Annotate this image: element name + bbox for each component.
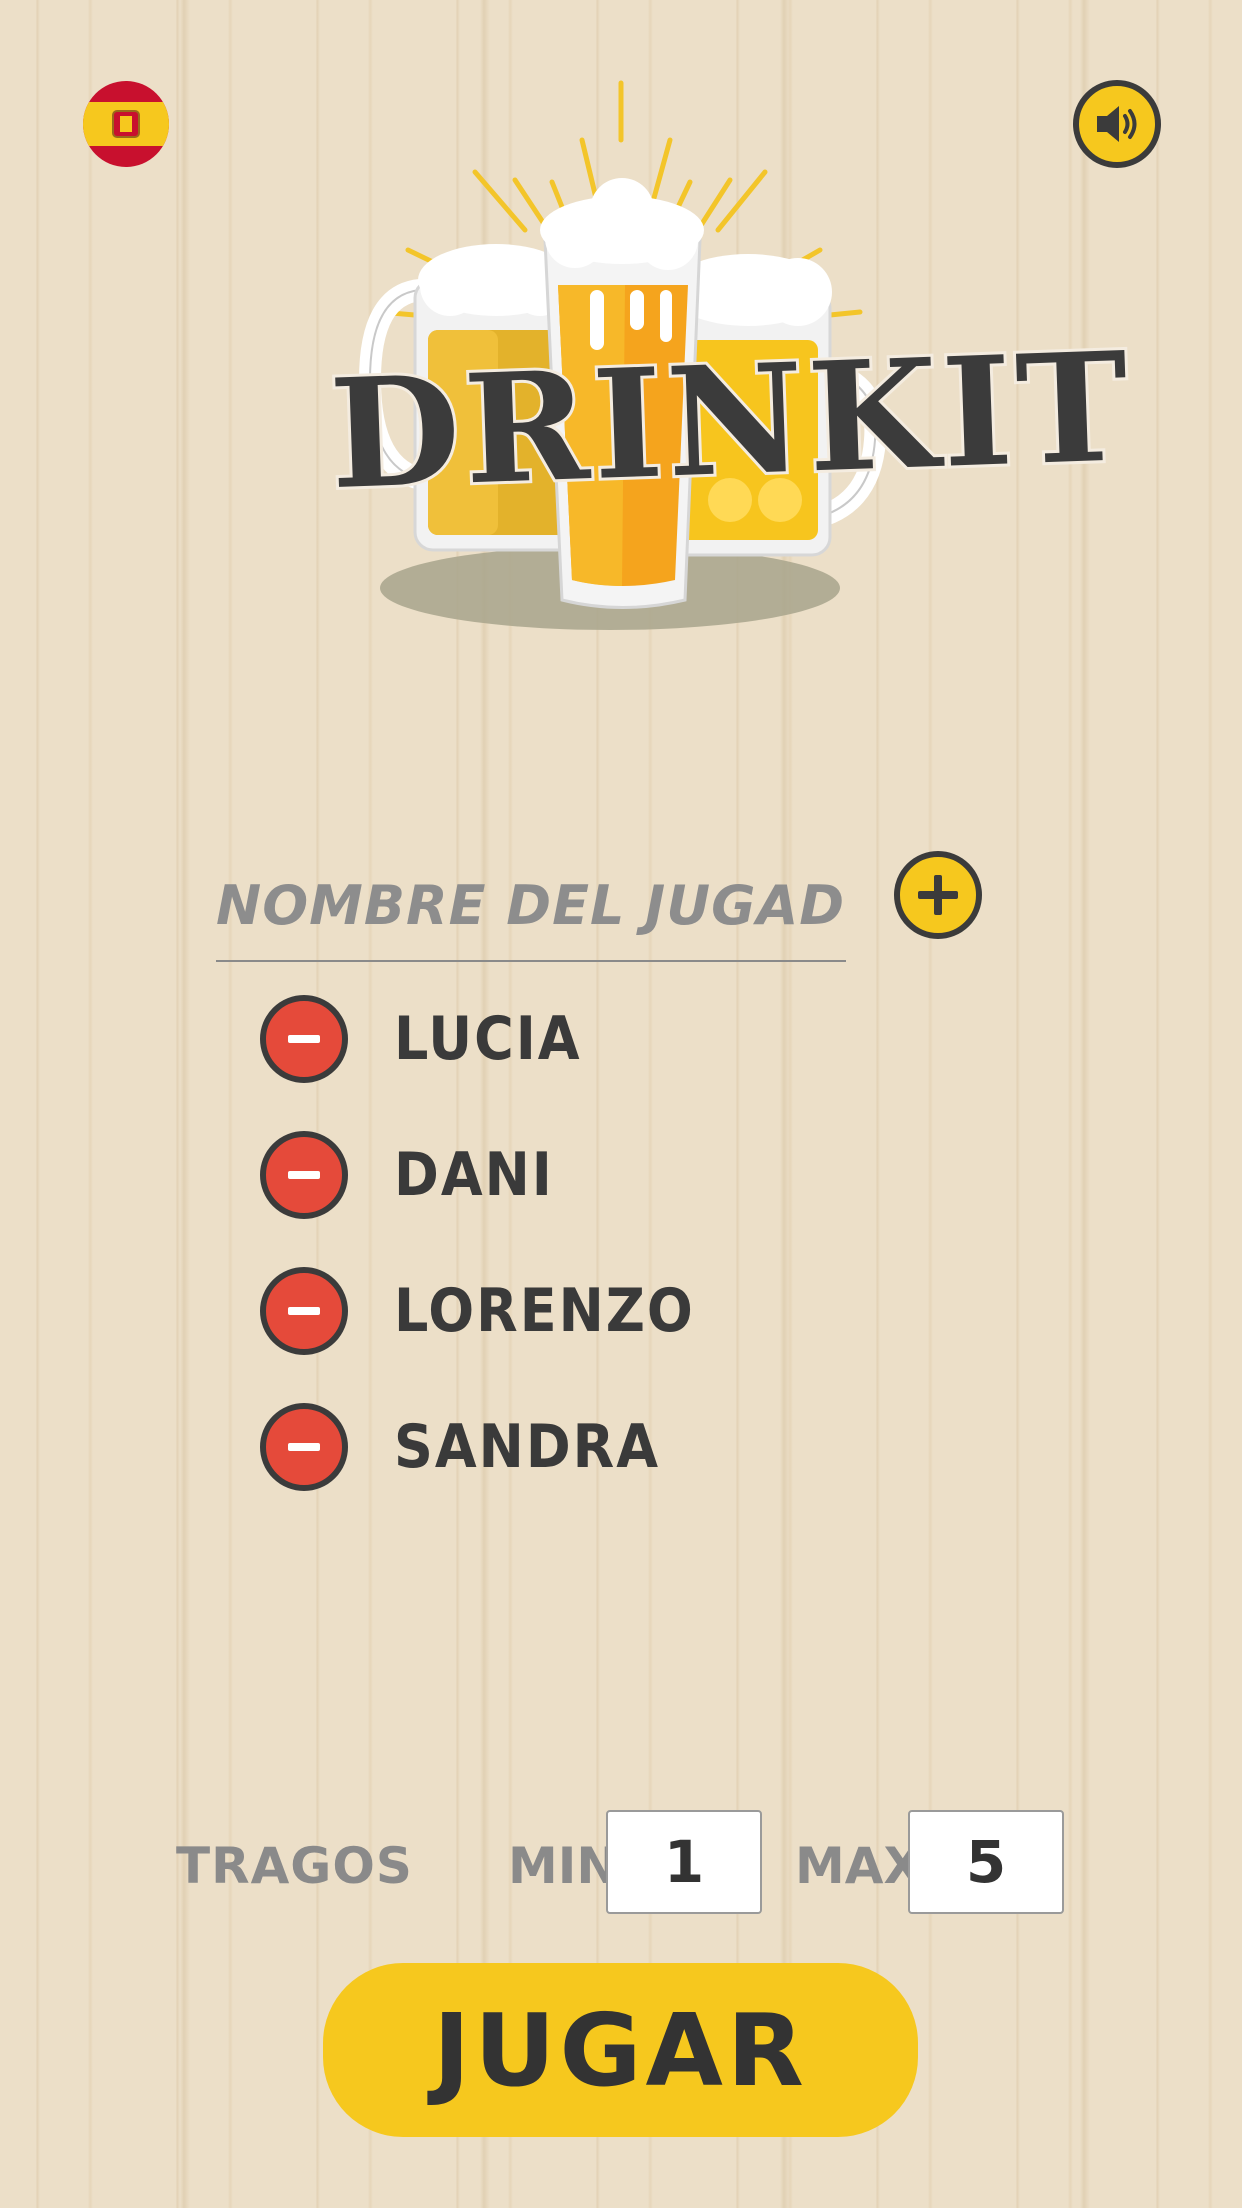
player-name: LORENZO [394,1276,695,1346]
min-drinks-input[interactable] [606,1810,762,1914]
language-flag-button[interactable] [83,81,169,167]
player-list: LUCIA DANI LORENZO SANDRA [260,995,960,1539]
list-item: SANDRA [260,1403,960,1491]
player-name: DANI [394,1140,554,1210]
minus-icon [260,995,348,1083]
drinks-label: TRAGOS [176,1837,413,1895]
player-name: LUCIA [394,1004,582,1074]
remove-player-button[interactable] [260,1131,348,1219]
minus-icon [260,1131,348,1219]
spain-flag-icon [83,81,169,167]
add-player-button[interactable] [894,851,982,939]
list-item: DANI [260,1131,960,1219]
player-entry-row [216,850,846,962]
speaker-volume-icon [1073,80,1161,168]
player-name: SANDRA [394,1412,661,1482]
list-item: LORENZO [260,1267,960,1355]
plus-icon [894,851,982,939]
play-button[interactable]: JUGAR [323,1963,918,2137]
max-drinks-input[interactable] [908,1810,1064,1914]
remove-player-button[interactable] [260,1403,348,1491]
sound-toggle-button[interactable] [1073,80,1161,168]
minus-icon [260,1267,348,1355]
list-item: LUCIA [260,995,960,1083]
player-name-input[interactable] [216,850,846,962]
app-logo-title: DRINKIT [324,316,1138,526]
remove-player-button[interactable] [260,995,348,1083]
minus-icon [260,1403,348,1491]
remove-player-button[interactable] [260,1267,348,1355]
